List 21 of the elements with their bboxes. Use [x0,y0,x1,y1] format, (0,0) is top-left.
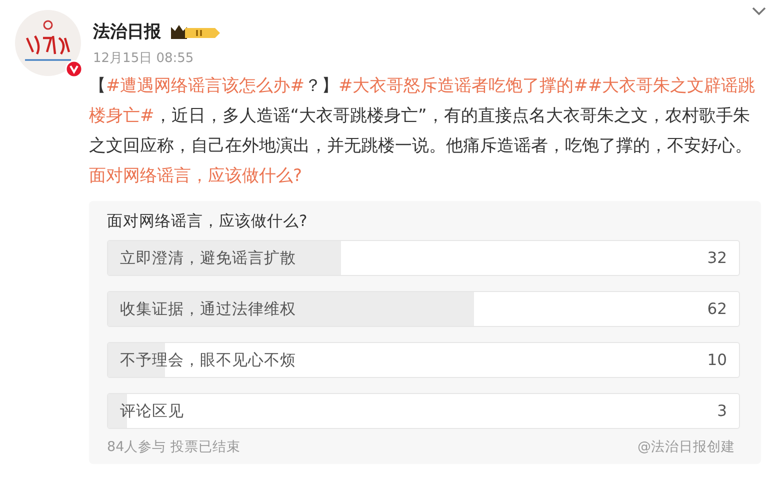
option-label: 立即澄清，避免谣言扩散 [120,248,296,268]
poll-creator: @法治日报创建 [638,438,735,456]
poll-option[interactable]: 收集证据，通过法律维权 62 [107,291,740,327]
poll-question: 面对网络谣言，应该做什么? [107,211,308,232]
vote-count: 62 [707,300,727,318]
poll-option[interactable]: 立即澄清，避免谣言扩散 32 [107,240,740,276]
vote-count: 32 [707,249,727,267]
chevron-down-icon[interactable] [751,6,767,16]
vote-count: 10 [707,351,727,369]
vote-count: 3 [717,402,727,420]
option-label: 不予理会，眼不见心不烦 [120,350,296,370]
poll-option[interactable]: 不予理会，眼不见心不烦 10 [107,342,740,378]
poll-summary: 84人参与 投票已结束 [107,438,240,456]
option-label: 收集证据，通过法律维权 [120,298,296,320]
post-time: 12月15日 08:55 [93,50,195,67]
avatar-logo [15,10,81,76]
post-text: 【#遭遇网络谣言该怎么办#？】#大衣哥怒斥造谣者吃饱了撑的##大衣哥朱之文辟谣跳楼身亡#，近日，多人造谣“大衣哥跳楼身亡”，有的直接点名大衣哥朱之文，农村歌手朱之文回应称，自己在外地演出，并无跳楼一说。他痛斥造谣者，吃饱了撑的，不安好心。 面对网络谣言，应该做什么? [89,75,756,188]
poll-option[interactable]: 评论区见 3 [107,393,740,429]
author-name[interactable]: 法治日报 [93,20,161,43]
level-badge-icon [169,22,221,40]
option-label: 评论区见 [120,400,184,422]
